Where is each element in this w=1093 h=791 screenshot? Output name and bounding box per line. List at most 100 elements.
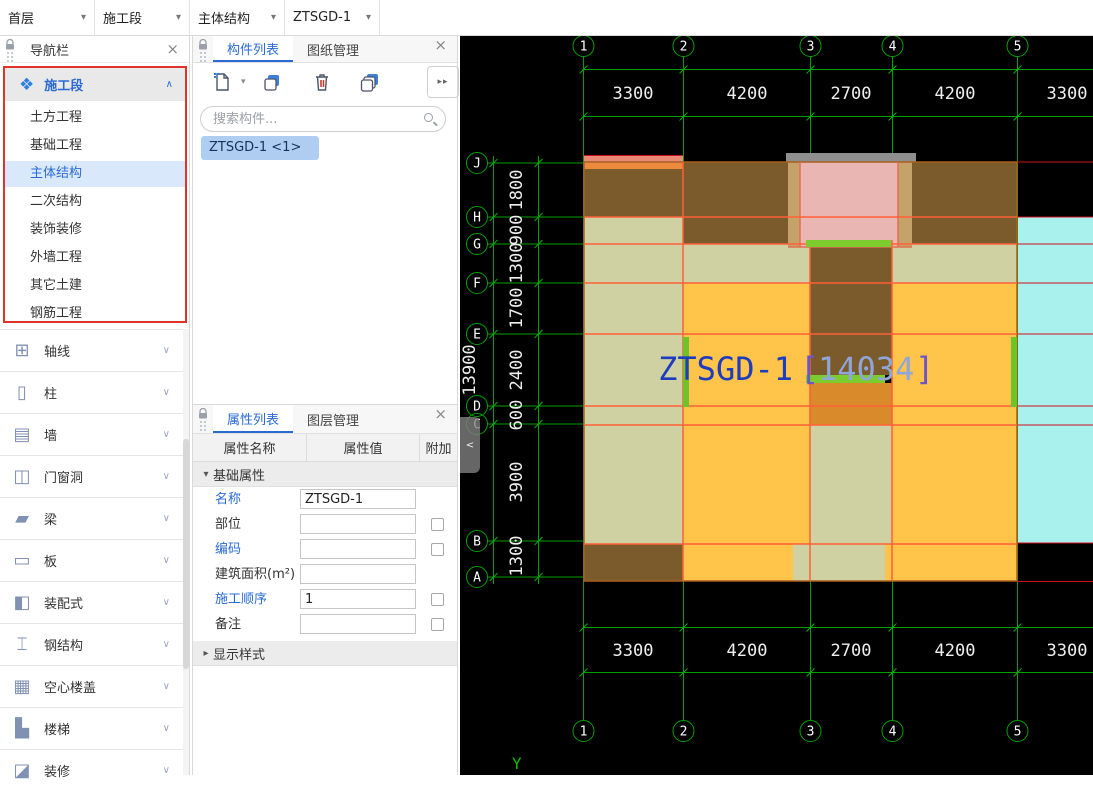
chevron-down-icon[interactable]: ∨	[163, 555, 170, 566]
drag-dots-icon	[200, 52, 202, 54]
property-table-header: 属性名称 属性值 附加	[193, 434, 457, 462]
close-icon[interactable]: ×	[434, 36, 447, 62]
sidebar-item-rebar[interactable]: 钢筋工程	[5, 301, 185, 327]
panel-collapse-handle[interactable]: <	[460, 417, 480, 473]
svg-text:4200: 4200	[935, 641, 976, 661]
sidebar-item-decoration[interactable]: 装饰装修	[5, 217, 185, 243]
steel-icon: ⌶	[10, 634, 34, 655]
part-field[interactable]	[300, 514, 416, 534]
sidebar-item-other-civil[interactable]: 其它土建	[5, 273, 185, 299]
property-row-sequence: 施工顺序	[193, 587, 457, 612]
chevron-down-icon[interactable]: ∨	[163, 639, 170, 650]
remark-checkbox[interactable]	[431, 618, 444, 631]
svg-text:B: B	[473, 535, 481, 550]
sequence-field[interactable]	[300, 589, 416, 609]
drag-handle[interactable]	[0, 36, 20, 62]
chevron-down-icon[interactable]: ∨	[163, 429, 170, 440]
close-icon[interactable]: ×	[166, 40, 179, 58]
lock-icon	[5, 39, 15, 50]
copy-component-button[interactable]	[257, 67, 287, 97]
code-checkbox[interactable]	[431, 543, 444, 556]
sidebar-group-finish[interactable]: ◪ 装修 ∨	[0, 749, 184, 791]
svg-text:5: 5	[1014, 725, 1022, 740]
sequence-checkbox[interactable]	[431, 593, 444, 606]
remark-field[interactable]	[300, 614, 416, 634]
property-panel-tabbar: 属性列表 图层管理 ×	[193, 405, 457, 434]
floor-combo[interactable]: 首层 ▾	[0, 0, 95, 35]
svg-text:3300: 3300	[613, 641, 654, 661]
chevron-down-icon[interactable]: ∨	[163, 471, 170, 482]
cad-viewport[interactable]: 1 2 3 4 5 1 2 3 4 5 J H G F E D C B A 33…	[460, 36, 1093, 775]
svg-text:1800: 1800	[507, 170, 527, 211]
lock-icon	[198, 408, 208, 419]
component-combo[interactable]: ZTSGD-1 ▾	[285, 0, 380, 35]
delete-component-button[interactable]	[307, 67, 337, 97]
drag-dots-icon	[200, 421, 202, 423]
code-field[interactable]	[300, 539, 416, 559]
svg-text:H: H	[473, 211, 481, 226]
chevron-down-icon[interactable]: ∨	[163, 513, 170, 524]
stage-combo[interactable]: 施工段 ▾	[95, 0, 190, 35]
sidebar-scrollbar[interactable]	[183, 329, 189, 775]
sidebar-item-secondary[interactable]: 二次结构	[5, 189, 185, 215]
sidebar-item-main-structure[interactable]: 主体结构	[5, 161, 185, 187]
sidebar-group-slab[interactable]: ▭ 板 ∨	[0, 539, 184, 581]
svg-text:3900: 3900	[507, 462, 527, 503]
scrollbar-thumb[interactable]	[183, 439, 189, 669]
chevron-down-icon[interactable]: ∨	[163, 597, 170, 608]
svg-text:5: 5	[1014, 40, 1022, 55]
stairs-icon: ▙	[10, 718, 34, 739]
section-basic-properties[interactable]: ▾ 基础属性	[193, 462, 457, 487]
sidebar-group-stairs[interactable]: ▙ 楼梯 ∨	[0, 707, 184, 749]
sidebar-group-opening[interactable]: ◫ 门窗洞 ∨	[0, 455, 184, 497]
sidebar-item-earthwork[interactable]: 土方工程	[5, 105, 185, 131]
sidebar-item-foundation[interactable]: 基础工程	[5, 133, 185, 159]
property-row-part: 部位	[193, 512, 457, 537]
sidebar-item-exterior[interactable]: 外墙工程	[5, 245, 185, 271]
chevron-down-icon[interactable]: ∨	[163, 681, 170, 692]
tab-property-list[interactable]: 属性列表	[213, 405, 293, 433]
sidebar-group-wall[interactable]: ▤ 墙 ∨	[0, 413, 184, 455]
svg-text:3300: 3300	[613, 84, 654, 104]
drag-handle[interactable]	[193, 405, 213, 433]
wall-icon: ▤	[10, 424, 34, 445]
drag-handle[interactable]	[193, 36, 213, 62]
drag-dots-icon	[7, 52, 9, 54]
sidebar-group-axis[interactable]: ⊞ 轴线 ∨	[0, 329, 184, 371]
svg-text:E: E	[473, 328, 481, 343]
expand-toolbar-button[interactable]: ▸▸	[427, 66, 459, 98]
tab-component-list[interactable]: 构件列表	[213, 36, 293, 62]
sidebar-group-hollow-floor[interactable]: ▦ 空心楼盖 ∨	[0, 665, 184, 707]
part-checkbox[interactable]	[431, 518, 444, 531]
sidebar-group-beam[interactable]: ▰ 梁 ∨	[0, 497, 184, 539]
svg-text:3: 3	[807, 725, 815, 740]
sidebar-group-prefab[interactable]: ◧ 装配式 ∨	[0, 581, 184, 623]
area-field[interactable]	[300, 564, 416, 584]
search-input[interactable]	[213, 108, 413, 130]
floor-combo-value: 首层	[8, 8, 79, 27]
component-list-item[interactable]: ZTSGD-1 <1>	[201, 136, 319, 160]
new-component-caret-icon[interactable]: ▾	[241, 77, 246, 87]
close-icon[interactable]: ×	[434, 405, 447, 433]
sidebar-group-steel[interactable]: ⌶ 钢结构 ∨	[0, 623, 184, 665]
chevron-down-icon: ▾	[271, 12, 276, 23]
chevron-down-icon[interactable]: ∨	[163, 345, 170, 356]
name-field[interactable]	[300, 489, 416, 509]
sidebar-group-column[interactable]: ▯ 柱 ∨	[0, 371, 184, 413]
svg-text:[: [	[800, 350, 819, 388]
copy-multiple-button[interactable]	[355, 67, 385, 97]
section-display-style[interactable]: ▸ 显示样式	[193, 641, 457, 666]
chevron-down-icon[interactable]: ∨	[163, 387, 170, 398]
tab-drawing-management[interactable]: 图纸管理	[293, 36, 373, 62]
category-combo-value: 主体结构	[198, 8, 269, 27]
beam-icon: ▰	[10, 508, 34, 529]
tab-layer-management[interactable]: 图层管理	[293, 405, 373, 433]
svg-text:]: ]	[915, 350, 934, 388]
sidebar-group-stage[interactable]: ❖ 施工段 ∧	[5, 68, 185, 101]
svg-text:900: 900	[507, 215, 527, 246]
chevron-down-icon[interactable]: ∨	[163, 723, 170, 734]
category-combo[interactable]: 主体结构 ▾	[190, 0, 285, 35]
sidebar-title: 导航栏	[30, 40, 69, 59]
chevron-down-icon[interactable]: ∨	[163, 765, 170, 776]
new-component-button[interactable]	[207, 67, 237, 97]
